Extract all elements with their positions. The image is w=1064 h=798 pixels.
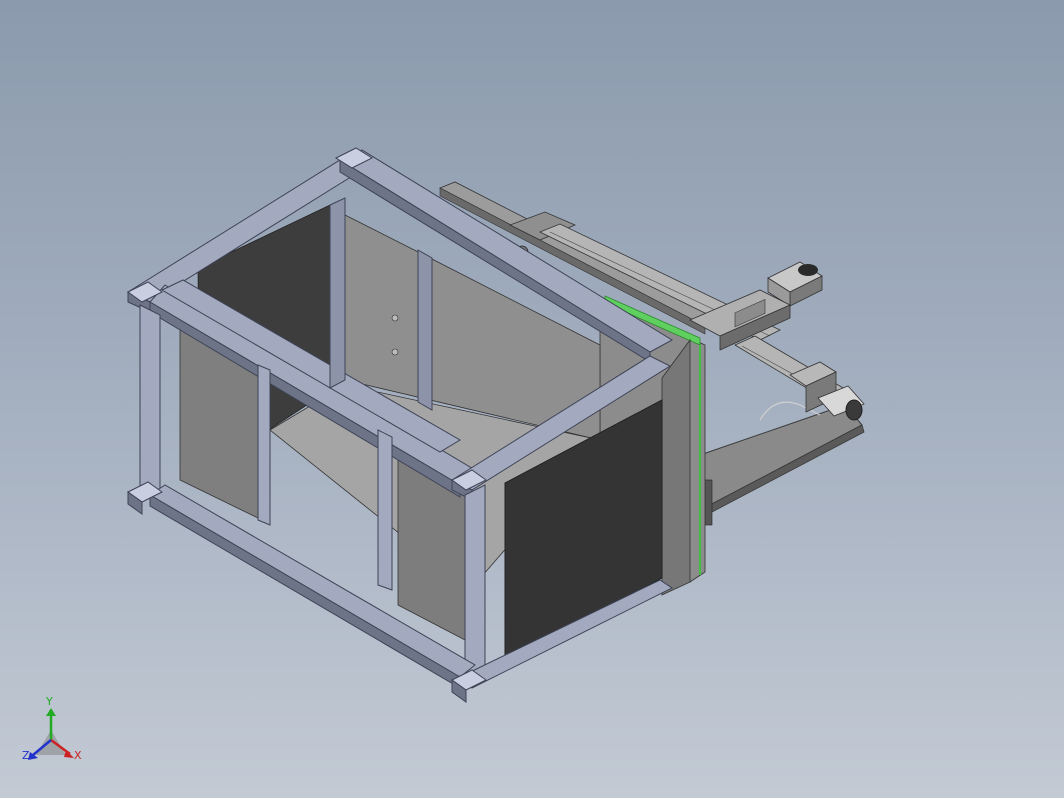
y-axis-label: Y xyxy=(46,695,53,708)
mount-hole xyxy=(391,314,399,322)
base-plate[interactable] xyxy=(699,404,863,506)
view-orientation-triad[interactable]: Y X Z xyxy=(18,696,88,772)
end-plate-face[interactable] xyxy=(661,338,691,596)
cad-viewport[interactable]: Y X Z xyxy=(0,0,1064,798)
post-back-left[interactable] xyxy=(139,304,161,501)
post-mid-front[interactable] xyxy=(377,429,393,591)
post-back-right[interactable] xyxy=(329,197,346,389)
3d-model[interactable] xyxy=(0,0,1064,798)
post-mid-left[interactable] xyxy=(257,364,271,526)
x-axis-label: X xyxy=(74,749,82,762)
y-axis-arrow-icon xyxy=(46,708,56,716)
mount-hole xyxy=(391,348,399,356)
post-front-left[interactable] xyxy=(464,484,486,691)
post-mid-back[interactable] xyxy=(417,249,433,411)
z-axis-label: Z xyxy=(22,749,30,762)
